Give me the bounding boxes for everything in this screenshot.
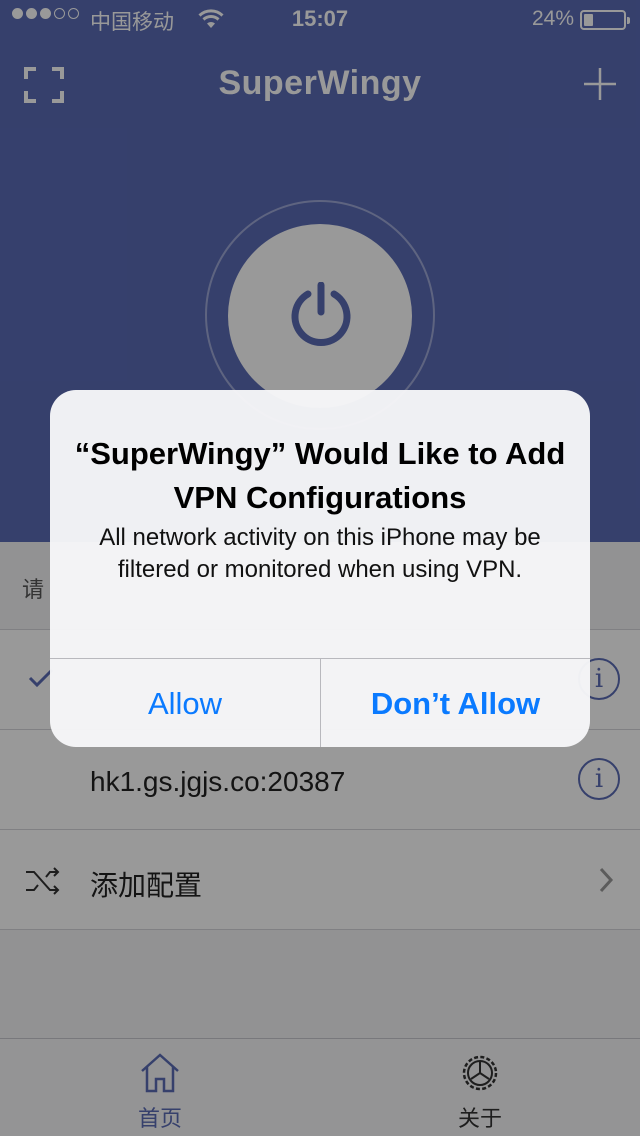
- alert-title: “SuperWingy” Would Like to Add VPN Confi…: [74, 436, 566, 515]
- allow-button[interactable]: Allow: [50, 659, 320, 747]
- alert-actions: Allow Don’t Allow: [50, 658, 590, 747]
- vpn-permission-alert: “SuperWingy” Would Like to Add VPN Confi…: [50, 390, 590, 747]
- alert-message: All network activity on this iPhone may …: [99, 524, 541, 583]
- dont-allow-button[interactable]: Don’t Allow: [320, 659, 590, 747]
